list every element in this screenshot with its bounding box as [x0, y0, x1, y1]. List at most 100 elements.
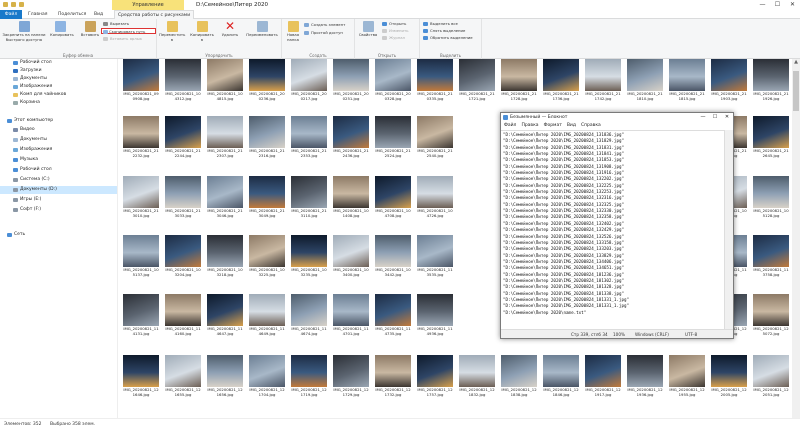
photo-thumbnail[interactable]: [459, 355, 495, 387]
photo-thumbnail[interactable]: [249, 235, 285, 267]
notepad-close-button[interactable]: ✕: [721, 113, 733, 122]
tab-view[interactable]: Вид: [94, 10, 103, 19]
nav-desktop[interactable]: Рабочий стол: [0, 59, 117, 67]
menu-format[interactable]: Формат: [544, 122, 562, 129]
photo-thumbnail[interactable]: [291, 294, 327, 326]
cut-button[interactable]: Вырезать: [103, 21, 129, 27]
photo-thumbnail[interactable]: [375, 235, 411, 267]
vertical-scrollbar[interactable]: ▲: [792, 59, 800, 418]
pin-quick-access-button[interactable]: Закрепить на панели быстрого доступа: [2, 21, 46, 42]
photo-thumbnail[interactable]: [417, 59, 453, 91]
maximize-button[interactable]: ☐: [770, 0, 785, 10]
photo-thumbnail[interactable]: [207, 235, 243, 267]
photo-thumbnail[interactable]: [291, 116, 327, 148]
photo-thumbnail[interactable]: [123, 294, 159, 326]
nav-pc-documents[interactable]: Документы: [0, 136, 117, 144]
photo-thumbnail[interactable]: [585, 59, 621, 91]
photo-thumbnail[interactable]: [165, 235, 201, 267]
edit-button[interactable]: Изменить: [382, 28, 408, 34]
copy-button[interactable]: Копировать: [50, 21, 74, 38]
photo-thumbnail[interactable]: [375, 116, 411, 148]
photo-thumbnail[interactable]: [375, 294, 411, 326]
photo-thumbnail[interactable]: [207, 116, 243, 148]
photo-thumbnail[interactable]: [375, 176, 411, 208]
notepad-text-area[interactable]: "D:\Семейное\Питер 2020\IMG_20200824_131…: [501, 130, 724, 329]
menu-edit[interactable]: Правка: [521, 122, 538, 129]
photo-thumbnail[interactable]: [333, 355, 369, 387]
notepad-window[interactable]: Безымянный — Блокнот — ☐ ✕ Файл Правка Ф…: [500, 112, 734, 339]
menu-help[interactable]: Справка: [581, 122, 601, 129]
nav-pc-desktop[interactable]: Рабочий стол: [0, 166, 117, 174]
photo-thumbnail[interactable]: [459, 59, 495, 91]
nav-network[interactable]: Сеть: [0, 231, 117, 239]
photo-thumbnail[interactable]: [333, 235, 369, 267]
photo-thumbnail[interactable]: [501, 355, 537, 387]
photo-thumbnail[interactable]: [333, 176, 369, 208]
photo-thumbnail[interactable]: [333, 294, 369, 326]
photo-thumbnail[interactable]: [291, 355, 327, 387]
paste-shortcut-button[interactable]: Вставить ярлык: [103, 36, 142, 42]
photo-thumbnail[interactable]: [627, 59, 663, 91]
photo-thumbnail[interactable]: [753, 294, 789, 326]
photo-thumbnail[interactable]: [669, 59, 705, 91]
photo-thumbnail[interactable]: [711, 355, 747, 387]
nav-drive-f[interactable]: Софт (F:): [0, 206, 117, 214]
copy-path-button[interactable]: Скопировать путь: [101, 28, 156, 34]
photo-thumbnail[interactable]: [291, 176, 327, 208]
open-button[interactable]: Открыть: [382, 21, 406, 27]
photo-thumbnail[interactable]: [669, 355, 705, 387]
nav-drive-d[interactable]: Документы (D:): [0, 186, 117, 194]
rename-button[interactable]: Переименовать: [244, 21, 280, 38]
nav-documents[interactable]: Документы: [0, 75, 117, 83]
photo-thumbnail[interactable]: [711, 59, 747, 91]
photo-thumbnail[interactable]: [123, 355, 159, 387]
photo-thumbnail[interactable]: [123, 59, 159, 91]
photo-thumbnail[interactable]: [417, 176, 453, 208]
photo-thumbnail[interactable]: [165, 355, 201, 387]
photo-thumbnail[interactable]: [417, 235, 453, 267]
photo-thumbnail[interactable]: [543, 59, 579, 91]
photo-thumbnail[interactable]: [375, 355, 411, 387]
nav-videos[interactable]: Видео: [0, 126, 117, 134]
photo-thumbnail[interactable]: [333, 116, 369, 148]
photo-thumbnail[interactable]: [753, 235, 789, 267]
photo-thumbnail[interactable]: [585, 355, 621, 387]
photo-thumbnail[interactable]: [753, 116, 789, 148]
photo-thumbnail[interactable]: [249, 294, 285, 326]
new-folder-button[interactable]: Новая папка: [284, 21, 302, 42]
notepad-minimize-button[interactable]: —: [697, 113, 709, 122]
photo-thumbnail[interactable]: [627, 355, 663, 387]
photo-thumbnail[interactable]: [165, 294, 201, 326]
photo-thumbnail[interactable]: [165, 59, 201, 91]
photo-thumbnail[interactable]: [123, 116, 159, 148]
select-all-button[interactable]: Выделить все: [423, 21, 458, 27]
new-folder-icon[interactable]: [19, 2, 24, 7]
history-button[interactable]: Журнал: [382, 35, 405, 41]
photo-thumbnail[interactable]: [207, 294, 243, 326]
nav-folder-dummies[interactable]: Комп для чайников: [0, 91, 117, 99]
nav-downloads[interactable]: Загрузки: [0, 67, 117, 75]
tab-share[interactable]: Поделиться: [58, 10, 86, 19]
delete-button[interactable]: ✕ Удалить: [220, 20, 240, 38]
photo-thumbnail[interactable]: [249, 355, 285, 387]
photo-thumbnail[interactable]: [291, 59, 327, 91]
photo-thumbnail[interactable]: [123, 235, 159, 267]
nav-pc-pictures[interactable]: Изображения: [0, 146, 117, 154]
photo-thumbnail[interactable]: [753, 176, 789, 208]
properties-button[interactable]: Свойства: [357, 21, 379, 38]
close-button[interactable]: ✕: [785, 0, 800, 10]
photo-thumbnail[interactable]: [417, 355, 453, 387]
nav-drive-e[interactable]: Игры (E:): [0, 196, 117, 204]
notepad-scrollbar[interactable]: [724, 130, 733, 329]
photo-thumbnail[interactable]: [543, 355, 579, 387]
photo-thumbnail[interactable]: [207, 176, 243, 208]
minimize-button[interactable]: —: [755, 0, 770, 10]
nav-pictures[interactable]: Изображения: [0, 83, 117, 91]
photo-thumbnail[interactable]: [165, 176, 201, 208]
photo-thumbnail[interactable]: [333, 59, 369, 91]
new-item-button[interactable]: Создать элемент: [304, 22, 345, 28]
photo-thumbnail[interactable]: [501, 59, 537, 91]
tab-file[interactable]: Файл: [0, 10, 22, 19]
easy-access-button[interactable]: Простой доступ: [304, 30, 343, 36]
copy-to-button[interactable]: Копировать в: [189, 21, 215, 42]
